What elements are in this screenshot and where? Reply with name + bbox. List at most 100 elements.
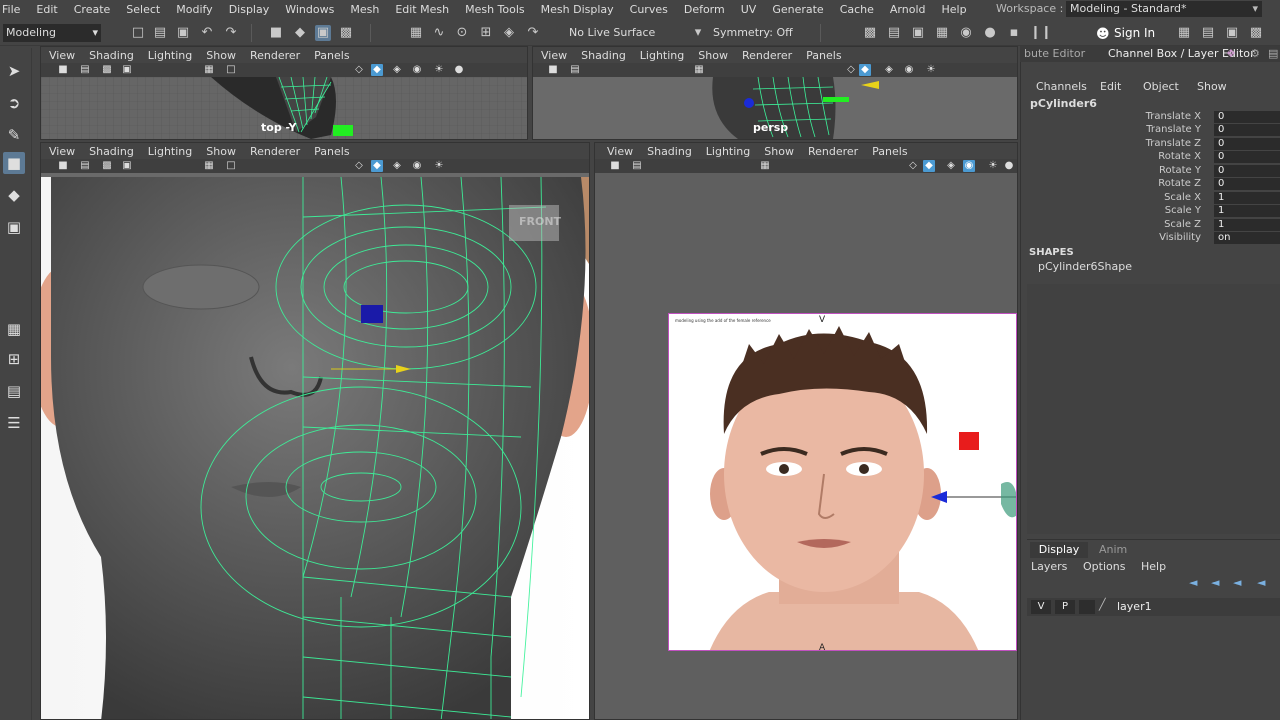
render-current-icon[interactable]: ▩ [862, 25, 878, 41]
modeling-toolkit-icon[interactable]: ▦ [1176, 25, 1192, 41]
smooth-shade-icon[interactable]: ◆ [859, 64, 871, 76]
film-gate-icon[interactable]: □ [225, 64, 237, 76]
attr-translate-z[interactable]: Translate Z0 [1021, 138, 1280, 151]
menu-edit[interactable]: Edit [28, 3, 65, 16]
menu-object[interactable]: Object [1143, 80, 1179, 93]
lights-icon[interactable]: ☀ [433, 160, 445, 172]
film-gate-icon[interactable]: □ [225, 160, 237, 172]
expand-icon[interactable]: ▤ [1268, 47, 1278, 60]
lights-icon[interactable]: ☀ [925, 64, 937, 76]
menu-edit[interactable]: Edit [1100, 80, 1121, 93]
snap-grid-icon[interactable]: ▦ [408, 25, 424, 41]
snap-curve-icon[interactable]: ∿ [431, 25, 447, 41]
menu-mesh-display[interactable]: Mesh Display [533, 3, 622, 16]
image-plane-icon[interactable]: ▣ [121, 160, 133, 172]
lights-icon[interactable]: ☀ [987, 160, 999, 172]
wireframe-shaded-icon[interactable]: ◈ [883, 64, 895, 76]
lights-icon[interactable]: ☀ [433, 64, 445, 76]
attr-visibility[interactable]: Visibility on [1021, 232, 1280, 245]
channel-box-icon[interactable]: ▩ [1248, 25, 1264, 41]
grid-icon[interactable]: ▦ [203, 64, 215, 76]
menu-select[interactable]: Select [118, 3, 168, 16]
vp-menu-renderer[interactable]: Renderer [243, 49, 307, 62]
vp-menu-view[interactable]: View [41, 145, 82, 158]
top-viewport[interactable]: View Shading Lighting Show Renderer Pane… [40, 46, 528, 140]
vp-menu-show[interactable]: Show [691, 49, 735, 62]
menu-edit-mesh[interactable]: Edit Mesh [387, 3, 457, 16]
menu-layers[interactable]: Layers [1031, 560, 1067, 573]
shadows-icon[interactable]: ● [1003, 160, 1015, 172]
vp-menu-show[interactable]: Show [199, 49, 243, 62]
front-viewport[interactable]: View Shading Lighting Show Renderer Pane… [40, 142, 590, 720]
snap-view-icon[interactable]: ⊞ [478, 25, 494, 41]
menu-uv[interactable]: UV [733, 3, 765, 16]
tab-anim[interactable]: Anim [1099, 543, 1127, 556]
select-uv-icon[interactable]: ▩ [338, 25, 354, 41]
camera-icon[interactable]: ■ [609, 160, 621, 172]
tool-settings-icon[interactable]: ▣ [1224, 25, 1240, 41]
mode-select[interactable]: Modeling [3, 24, 101, 42]
pin-icon[interactable]: ❖ [1226, 47, 1236, 60]
menu-generate[interactable]: Generate [764, 3, 831, 16]
camera-icon[interactable]: ■ [57, 160, 69, 172]
layer-playback-toggle[interactable]: P [1055, 600, 1075, 614]
attr-rotate-z[interactable]: Rotate Z0 [1021, 178, 1280, 191]
wireframe-shaded-icon[interactable]: ◈ [391, 160, 403, 172]
attr-rotate-x[interactable]: Rotate X0 [1021, 151, 1280, 164]
vp-menu-view[interactable]: View [595, 145, 640, 158]
attr-scale-y[interactable]: Scale Y1 [1021, 205, 1280, 218]
symmetry-dropdown-icon[interactable]: ▾ [690, 25, 706, 41]
tab-display[interactable]: Display [1030, 542, 1088, 558]
menu-options[interactable]: Options [1083, 560, 1125, 573]
camera-attr-icon[interactable]: ▤ [79, 64, 91, 76]
attr-translate-y[interactable]: Translate Y0 [1021, 124, 1280, 137]
menu-display[interactable]: Display [221, 3, 278, 16]
vp-menu-shading[interactable]: Shading [574, 49, 633, 62]
wireframe-icon[interactable]: ◇ [353, 160, 365, 172]
shadows-icon[interactable]: ● [453, 64, 465, 76]
symmetry-label[interactable]: Symmetry: Off [713, 26, 793, 39]
paint-select-icon[interactable]: ✎ [3, 124, 25, 146]
new-layer-icon[interactable]: ◄ [1233, 576, 1241, 589]
vp-menu-shading[interactable]: Shading [82, 49, 141, 62]
snap-live-icon[interactable]: ↷ [525, 25, 541, 41]
wireframe-icon[interactable]: ◇ [845, 64, 857, 76]
workspace-select[interactable]: Modeling - Standard* [1066, 1, 1262, 17]
menu-file[interactable]: File [0, 3, 28, 16]
wireframe-shaded-icon[interactable]: ◈ [391, 64, 403, 76]
vp-menu-view[interactable]: View [41, 49, 82, 62]
snap-surface-icon[interactable]: ◈ [501, 25, 517, 41]
vp-menu-renderer[interactable]: Renderer [243, 145, 307, 158]
ipr-icon[interactable]: ▣ [910, 25, 926, 41]
object-name[interactable]: pCylinder6 [1030, 97, 1097, 110]
sign-in-button[interactable]: ☻ Sign In [1092, 23, 1161, 43]
menu-curves[interactable]: Curves [622, 3, 676, 16]
vp-menu-show[interactable]: Show [757, 145, 801, 158]
wireframe-shaded-icon[interactable]: ◈ [945, 160, 957, 172]
shape-name[interactable]: pCylinder6Shape [1038, 260, 1132, 273]
smooth-shade-icon[interactable]: ◆ [371, 64, 383, 76]
persp-outliner-icon[interactable]: ▤ [3, 380, 25, 402]
menu-channels[interactable]: Channels [1036, 80, 1087, 93]
vp-menu-panels[interactable]: Panels [865, 145, 914, 158]
camera-attr-icon[interactable]: ▤ [631, 160, 643, 172]
vp-menu-show[interactable]: Show [199, 145, 243, 158]
move-layer-up-icon[interactable]: ◄ [1189, 576, 1197, 589]
vp-menu-panels[interactable]: Panels [307, 145, 356, 158]
vp-menu-lighting[interactable]: Lighting [699, 145, 757, 158]
vp-menu-lighting[interactable]: Lighting [141, 145, 199, 158]
layer-name[interactable]: layer1 [1117, 600, 1152, 613]
render-sequence-icon[interactable]: ▤ [886, 25, 902, 41]
menu-mesh[interactable]: Mesh [342, 3, 387, 16]
grid-icon[interactable]: ▦ [203, 160, 215, 172]
single-perspective-icon[interactable]: ▦ [3, 318, 25, 340]
bookmark-icon[interactable]: ▩ [101, 160, 113, 172]
attr-scale-z[interactable]: Scale Z1 [1021, 219, 1280, 232]
select-object-icon[interactable]: ◆ [292, 25, 308, 41]
textured-icon[interactable]: ◉ [411, 160, 423, 172]
grid-icon[interactable]: ▦ [759, 160, 771, 172]
grid-icon[interactable]: ▦ [693, 64, 705, 76]
move-tool-icon[interactable]: ■ [3, 152, 25, 174]
wireframe-icon[interactable]: ◇ [353, 64, 365, 76]
camera-icon[interactable]: ■ [57, 64, 69, 76]
